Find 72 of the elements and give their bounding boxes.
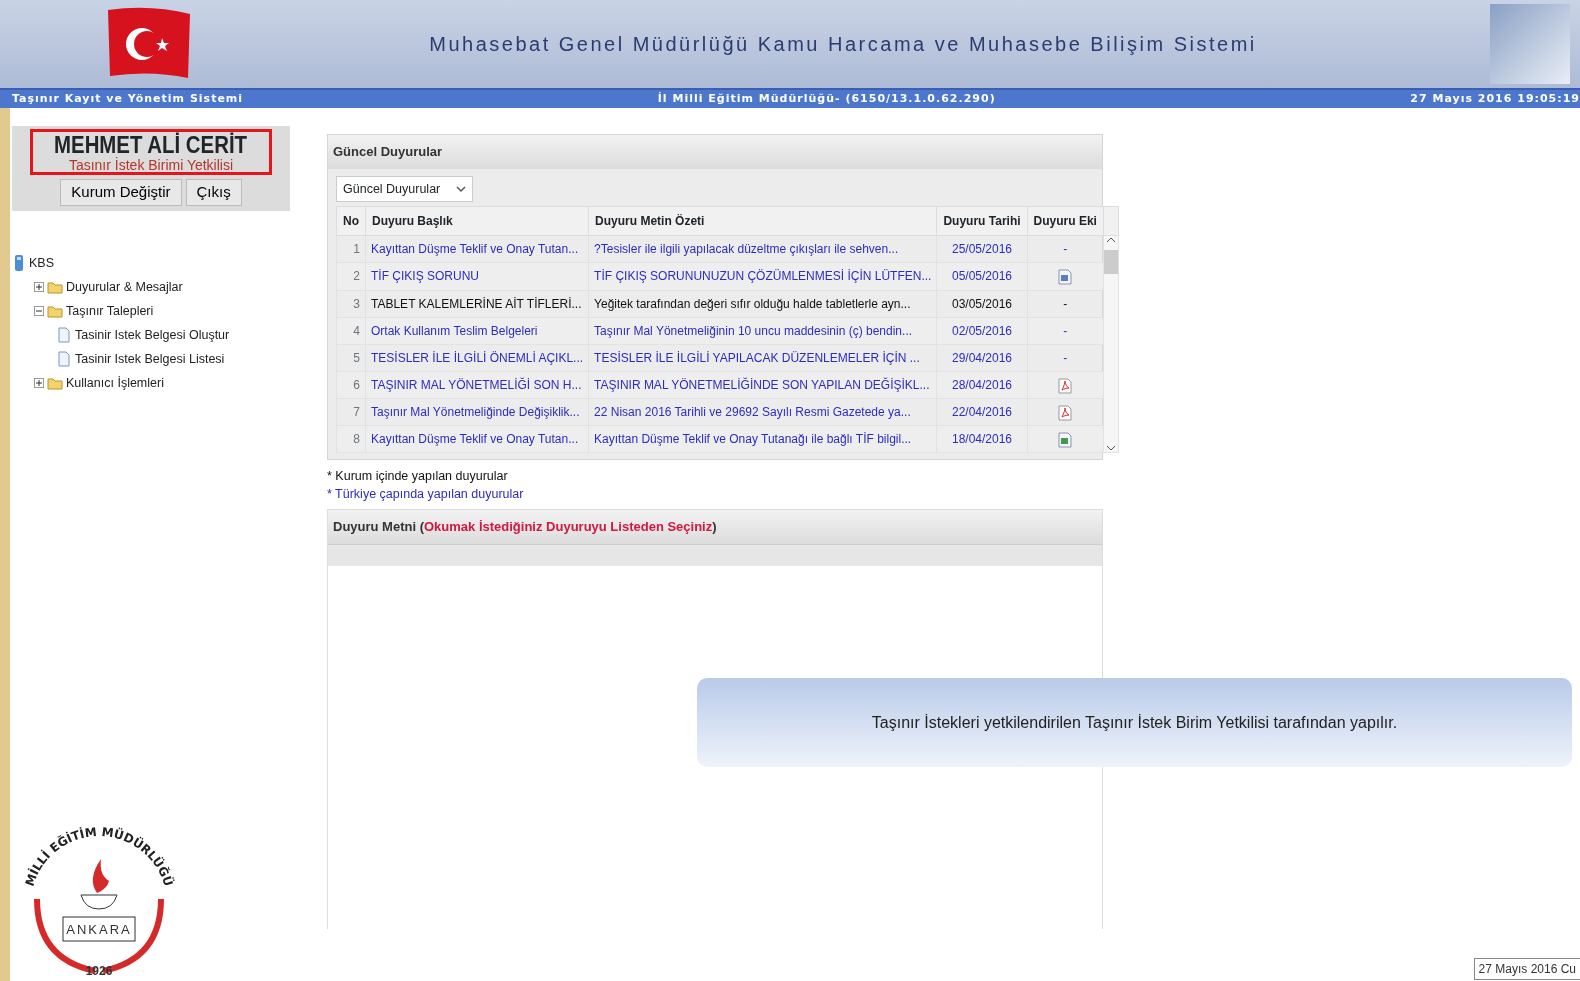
scrollbar-thumb[interactable] [1103,250,1118,275]
announcement-title[interactable]: TAŞINIR MAL YÖNETMELİĞİ SON H... [365,371,589,399]
announcement-summary[interactable]: TESİSLER İLE İLGİLİ YAPILACAK DÜZENLEMELER İÇİN ... [588,344,937,372]
announcement-title[interactable]: TABLET KALEMLERİNE AİT TİFLERİ... [365,290,589,318]
chevron-down-icon [456,184,467,193]
page-icon [56,350,72,367]
announcement-summary[interactable]: TİF ÇIKIŞ SORUNUNUZUN ÇÖZÜMLENMESİ İÇİN LÜTFEN... [588,262,937,290]
panel-title: Duyuru Metni (Okumak İstediğiniz Duyuruyu Listeden Seçiniz) [328,510,1102,544]
column-header: Duyuru Tarihi [936,206,1028,236]
row-number: 2 [336,262,366,290]
row-number: 1 [336,235,366,263]
page-icon [56,326,72,343]
row-number: 3 [336,290,366,318]
word-document-icon[interactable] [1057,269,1074,286]
tree-item[interactable]: Duyurular & Mesajlar [66,277,183,297]
tree-item[interactable]: KBS [29,253,54,273]
row-number: 6 [336,371,366,399]
scroll-up-icon [1105,236,1116,245]
announcement-title[interactable]: Taşınır Mal Yönetmeliğinde Değişiklik... [365,398,589,426]
institution-name: İl Milli Eğitim Müdürlüğü- (6150/13.1.0.62.290) [657,90,996,107]
panel-title: Güncel Duyurular [328,135,1102,169]
announcement-date: 03/05/2016 [936,290,1028,318]
filter-dropdown[interactable]: Güncel Duyurular [336,175,474,203]
column-header: Duyuru Metin Özeti [588,206,937,236]
header-datetime: 27 Mayıs 2016 19:05:19 [1410,90,1580,107]
page-title: Muhasebat Genel Müdürlüğü Kamu Harcama ve Muhasebe Bilişim Sistemi [428,32,1258,57]
column-header: Duyuru Eki [1027,206,1104,236]
attachment-cell: - [1027,235,1104,263]
tree-item[interactable]: Tasinir Istek Belgesi Oluştur [75,325,230,345]
tree-item[interactable]: Kullanıcı İşlemleri [66,373,164,393]
announcement-summary[interactable]: 22 Nisan 2016 Tarihli ve 29692 Sayılı Resmi Gazetede ya... [588,398,937,426]
announcement-summary[interactable]: Kayıttan Düşme Teklif ve Onay Tutanağı ile bağlı TİF bilgil... [588,425,937,453]
row-number: 5 [336,344,366,372]
announcement-date: 25/05/2016 [936,235,1028,263]
callout-note: Taşınır İstekleri yetkilendirilen Taşınır İstek Birim Yetkilisi tarafından yapılır. [697,678,1572,767]
legend-text: * Türkiye çapında yapılan duyurular [327,485,525,503]
column-header: Duyuru Başlık [365,206,589,236]
spreadsheet-icon[interactable] [1057,432,1074,448]
announcement-date: 29/04/2016 [936,344,1028,372]
row-number: 7 [336,398,366,426]
user-role: Tasınır İstek Birimi Yetkilisi [68,158,234,173]
row-number: 4 [336,317,366,345]
user-button[interactable]: Kurum Değiştir [60,179,182,206]
date-field: 27 Mayıs 2016 Cu [1473,958,1580,980]
announcement-date: 05/05/2016 [936,262,1028,290]
announcement-summary[interactable]: Yeğitek tarafından değeri sıfır olduğu halde tabletlerle ayn... [588,290,937,318]
attachment-cell: - [1027,317,1104,345]
announcement-summary[interactable]: TAŞINIR MAL YÖNETMELİĞİNDE SON YAPILAN DEĞİŞİKL... [588,371,937,399]
announcement-date: 22/04/2016 [936,398,1028,426]
announcement-date: 28/04/2016 [936,371,1028,399]
user-button[interactable]: Çıkış [185,179,242,206]
pdf-icon[interactable] [1057,377,1074,394]
legend-text: * Kurum içinde yapılan duyurular [327,468,509,486]
announcement-title[interactable]: TİF ÇIKIŞ SORUNU [365,262,589,290]
announcement-title[interactable]: TESİSLER İLE İLGİLİ ÖNEMLİ AÇIKL... [365,344,589,372]
pdf-icon[interactable] [1057,404,1074,421]
announcement-date: 18/04/2016 [936,425,1028,453]
scrollbar[interactable] [1103,235,1119,453]
announcement-summary[interactable]: ?Tesisler ile ilgili yapılacak düzeltme çıkışları ile sehven... [588,235,937,263]
row-number: 8 [336,425,366,453]
system-name: Taşınır Kayıt ve Yönetim Sistemi [12,90,244,107]
announcement-date: 02/05/2016 [936,317,1028,345]
announcement-title[interactable]: Kayıttan Düşme Teklif ve Onay Tutan... [365,425,589,453]
tree-item[interactable]: Taşınır Talepleri [66,301,154,321]
column-header: No [336,206,366,236]
scroll-down-icon [1105,444,1116,453]
user-name: MEHMET ALİ CERİT [54,132,248,158]
tree-item[interactable]: Tasinir Istek Belgesi Listesi [75,349,225,369]
announcement-title[interactable]: Ortak Kullanım Teslim Belgeleri [365,317,589,345]
announcement-title[interactable]: Kayıttan Düşme Teklif ve Onay Tutan... [365,235,589,263]
announcement-summary[interactable]: Taşınır Mal Yönetmeliğinin 10 uncu maddesinin (ç) bendin... [588,317,937,345]
computer-icon [12,253,26,272]
